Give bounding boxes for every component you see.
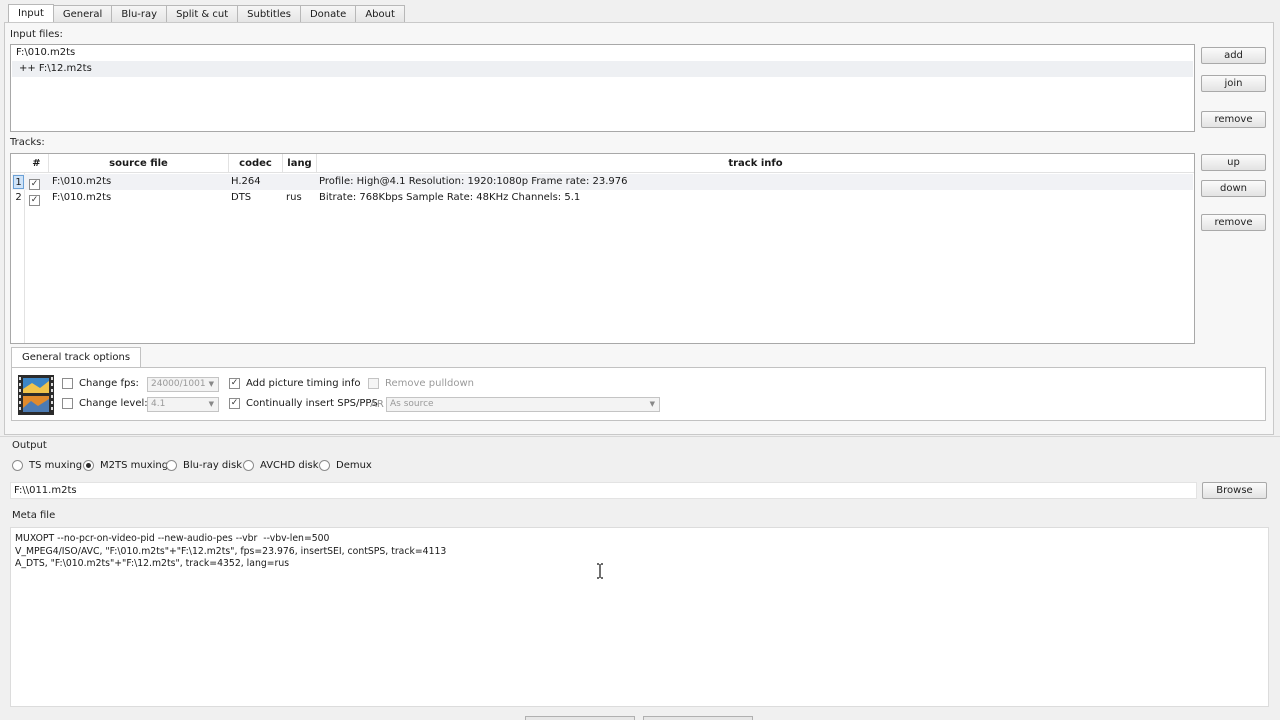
ts-muxing-radio[interactable]: TS muxing xyxy=(12,460,82,471)
avchd-disk-radio[interactable]: AVCHD disk xyxy=(243,460,319,471)
track-lang: rus xyxy=(286,192,302,203)
input-file-item-joined[interactable]: ++ F:\12.m2ts xyxy=(12,61,1193,77)
change-level-label: Change level: xyxy=(79,398,148,409)
output-path-field[interactable]: F:\\011.m2ts xyxy=(10,482,1197,499)
film-strip-icon xyxy=(18,375,54,415)
text-cursor-icon xyxy=(595,563,605,579)
track-source: F:\010.m2ts xyxy=(52,176,112,187)
change-level-checkbox[interactable] xyxy=(62,398,73,409)
tracks-label: Tracks: xyxy=(10,137,45,148)
fps-select[interactable]: 24000/1001 ▼ xyxy=(147,377,219,392)
remove-pulldown-option[interactable]: Remove pulldown xyxy=(368,378,474,389)
meta-file-label: Meta file xyxy=(12,510,56,521)
add-file-button[interactable]: add xyxy=(1201,47,1266,64)
table-row[interactable]: 2 ✓ F:\010.m2ts DTS rus Bitrate: 768Kbps… xyxy=(12,190,1193,206)
divider xyxy=(0,436,1280,437)
level-select[interactable]: 4.1 ▼ xyxy=(147,397,219,412)
col-source-header[interactable]: source file xyxy=(49,154,229,173)
remove-pulldown-checkbox[interactable] xyxy=(368,378,379,389)
tab-blu-ray[interactable]: Blu-ray xyxy=(112,5,168,23)
continually-insert-label: Continually insert SPS/PPS xyxy=(246,398,378,409)
row-number: 2 xyxy=(15,192,22,203)
browse-button[interactable]: Browse xyxy=(1202,482,1267,499)
bottom-button-partial[interactable] xyxy=(643,716,753,720)
demux-radio[interactable]: Demux xyxy=(319,460,372,471)
input-files-list[interactable]: F:\010.m2ts ++ F:\12.m2ts xyxy=(10,44,1195,132)
tab-input[interactable]: Input xyxy=(8,4,54,24)
meta-line: V_MPEG4/ISO/AVC, "F:\010.m2ts"+"F:\12.m2… xyxy=(15,545,447,557)
col-info-header[interactable]: track info xyxy=(317,154,1194,173)
tab-general[interactable]: General xyxy=(53,5,113,23)
change-fps-checkbox[interactable] xyxy=(62,378,73,389)
combo-arrow-icon: ▼ xyxy=(208,400,214,408)
continually-insert-option[interactable]: ✓ Continually insert SPS/PPS xyxy=(229,398,378,409)
m2ts-muxing-radio[interactable]: M2TS muxing xyxy=(83,460,168,471)
output-label: Output xyxy=(12,440,47,451)
tab-about[interactable]: About xyxy=(356,5,405,23)
blu-ray-disk-radio[interactable]: Blu-ray disk xyxy=(166,460,242,471)
track-codec: H.264 xyxy=(231,176,261,187)
ar-label: AR xyxy=(370,399,384,410)
change-level-option[interactable]: Change level: xyxy=(62,398,148,409)
col-lang-header[interactable]: lang xyxy=(283,154,317,173)
combo-arrow-icon: ▼ xyxy=(208,380,214,388)
track-enable-checkbox[interactable]: ✓ xyxy=(29,179,40,190)
bottom-button-partial[interactable] xyxy=(525,716,635,720)
track-info: Bitrate: 768Kbps Sample Rate: 48KHz Chan… xyxy=(319,192,581,203)
meta-file-textarea[interactable]: MUXOPT --no-pcr-on-video-pid --new-audio… xyxy=(10,527,1269,707)
continually-insert-checkbox[interactable]: ✓ xyxy=(229,398,240,409)
add-picture-timing-checkbox[interactable]: ✓ xyxy=(229,378,240,389)
add-picture-timing-option[interactable]: ✓ Add picture timing info xyxy=(229,378,360,389)
tab-donate[interactable]: Donate xyxy=(300,5,357,23)
ar-select[interactable]: As source ▼ xyxy=(386,397,660,412)
general-track-options-tab[interactable]: General track options xyxy=(11,347,142,368)
change-fps-option[interactable]: Change fps: xyxy=(62,378,139,389)
meta-line: MUXOPT --no-pcr-on-video-pid --new-audio… xyxy=(15,533,330,544)
table-row[interactable]: 1 ✓ F:\010.m2ts H.264 Profile: High@4.1 … xyxy=(12,174,1193,190)
track-codec: DTS xyxy=(231,192,252,203)
general-track-options-panel: Change fps: 24000/1001 ▼ Change level: 4… xyxy=(11,367,1266,421)
join-file-button[interactable]: join xyxy=(1201,75,1266,92)
meta-line: A_DTS, "F:\010.m2ts"+"F:\12.m2ts", track… xyxy=(15,558,290,569)
tracks-table: # source file codec lang track info 1 ✓ … xyxy=(10,153,1195,344)
tab-split-cut[interactable]: Split & cut xyxy=(167,5,239,23)
track-enable-checkbox[interactable]: ✓ xyxy=(29,195,40,206)
tab-bar: Input General Blu-ray Split & cut Subtit… xyxy=(8,4,405,24)
tracks-table-header: # source file codec lang track info xyxy=(11,154,1194,173)
remove-file-button[interactable]: remove xyxy=(1201,111,1266,128)
change-fps-label: Change fps: xyxy=(79,378,139,389)
add-picture-timing-label: Add picture timing info xyxy=(246,378,361,389)
col-codec-header[interactable]: codec xyxy=(229,154,283,173)
input-file-item[interactable]: F:\010.m2ts xyxy=(12,45,1193,61)
tab-subtitles[interactable]: Subtitles xyxy=(238,5,301,23)
col-num-header[interactable]: # xyxy=(25,154,49,173)
track-source: F:\010.m2ts xyxy=(52,192,112,203)
track-down-button[interactable]: down xyxy=(1201,180,1266,197)
remove-pulldown-label: Remove pulldown xyxy=(385,378,474,389)
combo-arrow-icon: ▼ xyxy=(649,400,655,408)
track-up-button[interactable]: up xyxy=(1201,154,1266,171)
track-remove-button[interactable]: remove xyxy=(1201,214,1266,231)
row-number: 1 xyxy=(13,175,24,189)
input-files-label: Input files: xyxy=(10,29,63,40)
track-info: Profile: High@4.1 Resolution: 1920:1080p… xyxy=(319,176,628,187)
